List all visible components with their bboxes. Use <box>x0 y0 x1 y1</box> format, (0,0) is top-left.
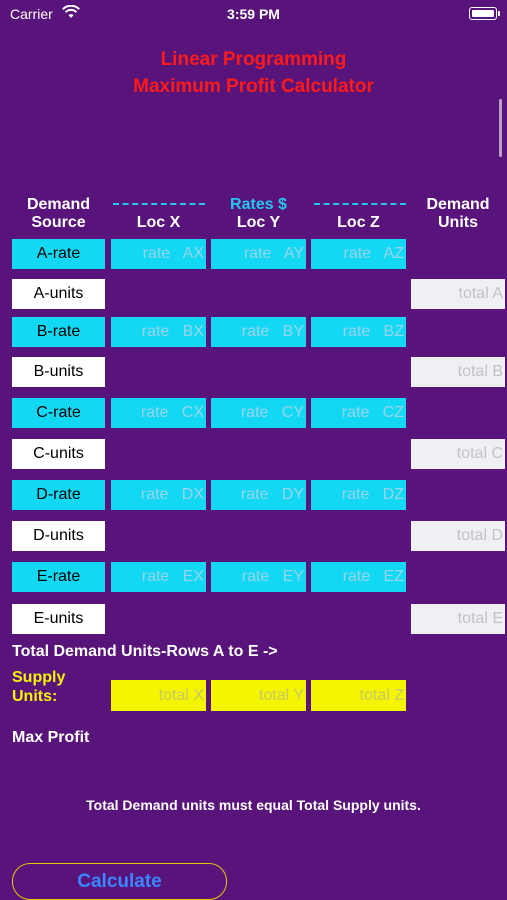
scroll-indicator[interactable] <box>499 99 502 157</box>
calculate-button[interactable]: Calculate <box>12 863 227 900</box>
clock: 3:59 PM <box>227 6 280 22</box>
rate-dy-input[interactable] <box>211 480 306 510</box>
total-demand-label: Total Demand Units-Rows A to E -> <box>12 643 278 660</box>
loc-x-header: Loc X <box>136 214 181 231</box>
rate-ez-input[interactable] <box>311 562 406 592</box>
page-title-line2: Maximum Profit Calculator <box>133 76 374 97</box>
rates-header: Rates $ <box>230 196 287 213</box>
rate-ax-input[interactable] <box>111 239 206 269</box>
row-c-rate-label: C-rate <box>12 398 105 428</box>
rate-bx-input[interactable] <box>111 317 206 347</box>
rate-bz-input[interactable] <box>311 317 406 347</box>
total-c-input[interactable] <box>411 439 505 469</box>
rate-az-input[interactable] <box>311 239 406 269</box>
rate-ey-input[interactable] <box>211 562 306 592</box>
supply-y-input[interactable] <box>211 680 306 711</box>
supply-units-label: Supply Units: <box>12 669 66 705</box>
row-e-units-label: E-units <box>12 604 105 634</box>
row-e-rate-label: E-rate <box>12 562 105 592</box>
row-a-rate-label: A-rate <box>12 239 105 269</box>
rates-divider-left <box>113 203 205 205</box>
status-bar: Carrier 3:59 PM <box>0 0 507 30</box>
demand-units-header: Demand Units <box>426 196 490 231</box>
supply-z-input[interactable] <box>311 680 406 711</box>
total-b-input[interactable] <box>411 357 505 387</box>
battery-icon <box>469 7 500 20</box>
rate-cy-input[interactable] <box>211 398 306 428</box>
max-profit-label: Max Profit <box>12 729 90 746</box>
rates-divider-right <box>314 203 406 205</box>
total-e-input[interactable] <box>411 604 505 634</box>
rate-cx-input[interactable] <box>111 398 206 428</box>
rate-by-input[interactable] <box>211 317 306 347</box>
row-b-units-label: B-units <box>12 357 105 387</box>
loc-y-header: Loc Y <box>236 214 281 231</box>
demand-source-header: Demand Source <box>26 196 91 231</box>
page-title-line1: Linear Programming <box>160 49 347 70</box>
rate-dz-input[interactable] <box>311 480 406 510</box>
rate-ay-input[interactable] <box>211 239 306 269</box>
rate-cz-input[interactable] <box>311 398 406 428</box>
row-a-units-label: A-units <box>12 279 105 309</box>
loc-z-header: Loc Z <box>337 214 380 231</box>
total-d-input[interactable] <box>411 521 505 551</box>
rate-ex-input[interactable] <box>111 562 206 592</box>
validation-note: Total Demand units must equal Total Supp… <box>86 797 421 813</box>
row-d-units-label: D-units <box>12 521 105 551</box>
row-c-units-label: C-units <box>12 439 105 469</box>
row-b-rate-label: B-rate <box>12 317 105 347</box>
total-a-input[interactable] <box>411 279 505 309</box>
rate-dx-input[interactable] <box>111 480 206 510</box>
row-d-rate-label: D-rate <box>12 480 105 510</box>
supply-x-input[interactable] <box>111 680 206 711</box>
